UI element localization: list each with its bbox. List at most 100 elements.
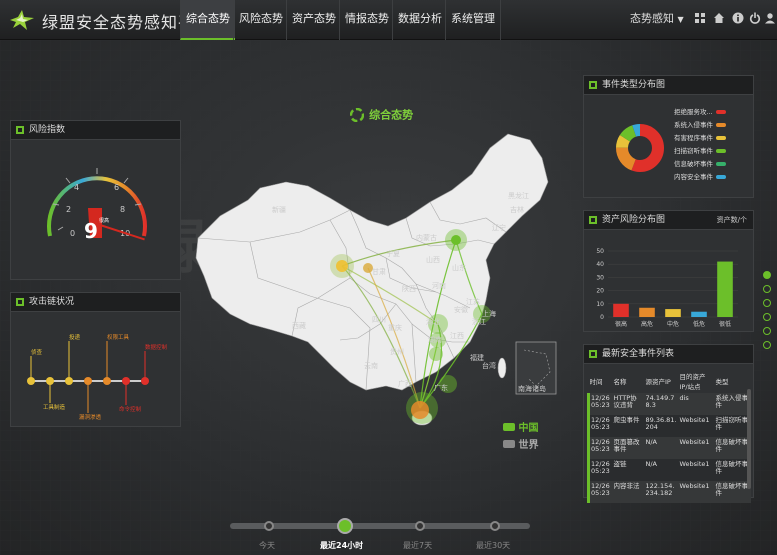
table-row[interactable]: 12/26 05:23 HTTP协议违背 74.149.78.3 dis 系统入侵事件: [587, 393, 751, 415]
gauge-tick: 2: [66, 205, 71, 214]
legend-item-world[interactable]: 世界: [503, 436, 538, 451]
legend-item[interactable]: 系统入侵事件: [674, 119, 754, 132]
page-dot[interactable]: [763, 285, 771, 293]
table-cell-src: 74.149.78.3: [645, 394, 675, 409]
user-menu-label: 态势感知: [630, 12, 674, 25]
legend-item[interactable]: 有害程序事件: [674, 132, 754, 145]
chain-label: 侦查: [31, 348, 43, 356]
table-cell-time: 12/26 05:23: [587, 393, 613, 415]
tab-data-analysis[interactable]: 数据分析: [392, 0, 447, 40]
bar[interactable]: [639, 307, 655, 317]
province-label: 陕西: [402, 284, 416, 293]
table-cell-dst: Website1: [679, 460, 710, 468]
table-cell-type: 信息破坏事件: [715, 438, 749, 453]
user-menu[interactable]: 态势感知 ▼: [630, 10, 684, 26]
x-tick-label: 很低: [719, 320, 731, 328]
gauge-tick: 4: [74, 183, 79, 192]
asset-risk-panel: 资产风险分布图 资产数/个 0 10 20 30 40 50 很高 高危 中危 低危 很低: [583, 210, 754, 332]
timeline-stop-today[interactable]: [264, 521, 274, 531]
risk-level: 很高: [99, 217, 109, 224]
bar[interactable]: [613, 303, 629, 317]
table-cell-time: 12/26 05:23: [587, 415, 613, 437]
tab-overall-situation[interactable]: 综合态势: [180, 0, 235, 40]
province-label: 甘肃: [372, 267, 386, 276]
legend-item[interactable]: 信息破坏事件: [674, 158, 754, 171]
page-dot[interactable]: [763, 341, 771, 349]
table-cell-name: 页面篡改事件: [613, 438, 640, 453]
column-header: 类型: [715, 378, 729, 386]
province-label: 安徽: [454, 305, 468, 314]
province-label: 宁夏: [386, 249, 400, 258]
user-icon[interactable]: [764, 12, 776, 24]
risk-value: 9: [84, 219, 98, 243]
bar[interactable]: [717, 261, 733, 317]
timeline-stop-24h[interactable]: [337, 518, 353, 534]
timeline-label-today[interactable]: 今天: [259, 540, 275, 551]
panel-header: 资产风险分布图 资产数/个: [584, 211, 753, 230]
column-header: 时间: [589, 378, 603, 386]
table-row[interactable]: 12/26 05:23 内容非法 122.154.234.182 Website1 信息…: [587, 481, 751, 503]
table-cell-name: HTTP协议违背: [613, 394, 637, 409]
tab-system-management[interactable]: 系统管理: [445, 0, 501, 40]
overview-icon: [349, 107, 365, 122]
bar[interactable]: [665, 309, 681, 317]
attack-chain-diagram: 侦查 投递 权限工具 数据控制 工具制造 漏洞渗透 命令控制: [27, 333, 168, 421]
column-header: 目的资产IP/站点: [679, 373, 706, 391]
info-icon[interactable]: [732, 12, 744, 24]
gauge-tick: 0: [70, 229, 75, 238]
table-cell-dst: Website1: [679, 416, 710, 424]
table-cell-src: 122.154.234.182: [645, 482, 675, 497]
legend-item[interactable]: 扫描窃听事件: [674, 145, 754, 158]
power-icon[interactable]: [749, 12, 761, 24]
x-tick-label: 很高: [615, 320, 627, 328]
table-row[interactable]: 12/26 05:23 爬虫事件 89.36.81.204 Website1 扫描窃听事…: [587, 415, 751, 437]
table-row[interactable]: 12/26 05:23 盗链 N/A Website1 信息破坏事件: [587, 459, 751, 481]
event-type-legend: 拒绝服务攻... 系统入侵事件 有害程序事件 扫描窃听事件 信息破坏事件 内容安…: [674, 106, 754, 184]
table-row[interactable]: 12/26 05:23 页面篡改事件 N/A Website1 信息破坏事件: [587, 437, 751, 459]
page-dot[interactable]: [763, 299, 771, 307]
timeline-stop-7d[interactable]: [415, 521, 425, 531]
china-map[interactable]: 新疆 西藏 内蒙古 黑龙江 吉林 辽宁 宁夏 甘肃 山西 陕西 河南 山东 四川…: [190, 128, 570, 438]
province-label: 福建: [470, 353, 484, 362]
home-icon[interactable]: [713, 12, 725, 24]
legend-label: 世界: [518, 440, 539, 451]
timeline-slider[interactable]: [230, 518, 530, 534]
table-cell-time: 12/26 05:23: [587, 459, 613, 481]
attack-chain-panel: 攻击链状况 侦查 投递 权限工具 数据控制 工具制造 漏洞渗透 命令控制: [10, 292, 181, 427]
table-cell-type: 扫描窃听事件: [715, 416, 749, 431]
province-label: 浙江: [472, 317, 486, 326]
tab-intel-situation[interactable]: 情报态势: [339, 0, 394, 40]
timeline-stop-30d[interactable]: [490, 521, 500, 531]
timeline-label-7d[interactable]: 最近7天: [403, 540, 432, 551]
bar[interactable]: [691, 311, 707, 317]
chain-label: 数据控制: [145, 343, 168, 351]
legend-item-china[interactable]: 中国: [503, 419, 538, 434]
tab-risk-situation[interactable]: 风险态势: [233, 0, 288, 40]
province-label: 广西: [398, 379, 412, 388]
x-tick-label: 中危: [667, 320, 679, 328]
column-header: 名称: [613, 378, 627, 386]
timeline-label-30d[interactable]: 最近30天: [476, 540, 510, 551]
province-label: 湖南: [428, 335, 442, 344]
risk-index-panel: 风险指数 0 2 4 6 8 10 9 很高: [10, 120, 181, 280]
event-type-donut-chart: [616, 124, 664, 172]
page-dot-active[interactable]: [763, 271, 771, 279]
panel-title: 风险指数: [29, 125, 66, 135]
y-tick-label: 10: [596, 301, 604, 308]
grid-icon[interactable]: [694, 12, 706, 24]
table-scrollbar[interactable]: [747, 389, 751, 489]
logo-icon: [10, 10, 34, 30]
legend-item[interactable]: 内容安全事件: [674, 171, 754, 184]
china-map-shape: [195, 133, 549, 391]
legend-item[interactable]: 拒绝服务攻...: [674, 106, 754, 119]
recent-events-table: 时间 名称 源资产IP 目的资产IP/站点 类型 12/26 05:23 HTTP…: [587, 369, 751, 503]
page-dot[interactable]: [763, 327, 771, 335]
gauge-tick: 8: [120, 205, 125, 214]
tab-asset-situation[interactable]: 资产态势: [286, 0, 341, 40]
table-cell-name: 内容非法: [613, 482, 640, 490]
timeline-label-24h[interactable]: 最近24小时: [320, 540, 363, 551]
table-cell-time: 12/26 05:23: [587, 481, 613, 503]
recent-events-panel: 最新安全事件列表 时间 名称 源资产IP 目的资产IP/站点 类型 12/26 …: [583, 344, 754, 503]
panel-header: 最新安全事件列表: [584, 345, 753, 364]
page-dot[interactable]: [763, 313, 771, 321]
